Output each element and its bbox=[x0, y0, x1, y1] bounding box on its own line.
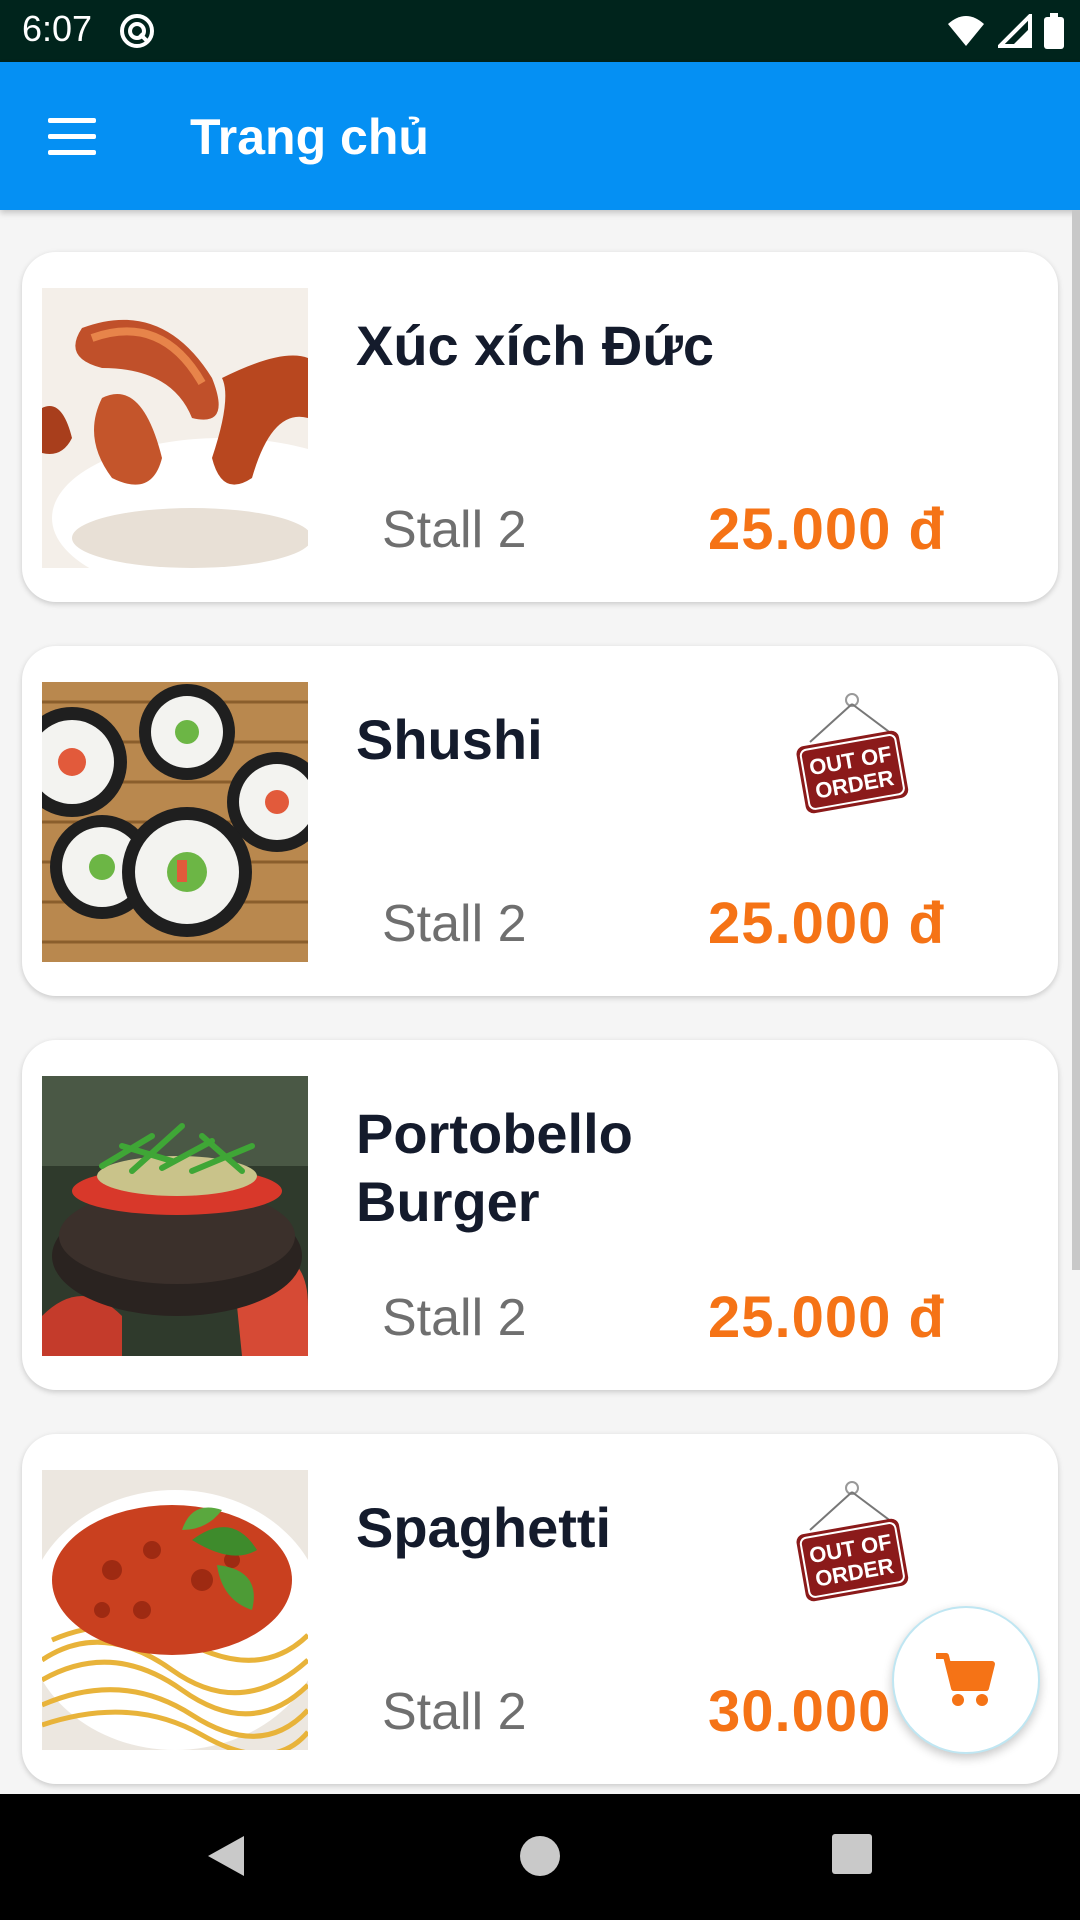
item-price: 25.000 đ bbox=[708, 1285, 945, 1350]
navigation-bar bbox=[0, 1794, 1080, 1920]
item-price: 25.000 đ bbox=[708, 891, 945, 956]
cart-button[interactable] bbox=[892, 1606, 1040, 1754]
nav-back-icon[interactable] bbox=[204, 1832, 248, 1880]
out-of-order-icon: OUT OF ORDER bbox=[796, 693, 909, 814]
item-name: Portobello Burger bbox=[356, 1102, 633, 1233]
item-stall: Stall 2 bbox=[382, 501, 527, 559]
sausage-image bbox=[42, 288, 308, 568]
item-name: Shushi bbox=[356, 708, 543, 771]
item-price: 30.000 bbox=[708, 1679, 892, 1744]
sync-status-icon bbox=[120, 14, 154, 48]
scrollbar[interactable] bbox=[1072, 210, 1080, 1270]
item-name: Xúc xích Đức bbox=[356, 314, 715, 377]
nav-home-icon[interactable] bbox=[516, 1832, 564, 1880]
status-icons bbox=[946, 12, 1064, 50]
item-stall: Stall 2 bbox=[382, 1683, 527, 1741]
nav-recents-icon[interactable] bbox=[830, 1832, 874, 1876]
burger-image bbox=[42, 1076, 308, 1356]
food-card[interactable]: Spaghetti OUT OF ORDER Stall 2 30.000 bbox=[22, 1434, 1058, 1784]
sushi-image bbox=[42, 682, 308, 962]
status-time: 6:07 bbox=[22, 8, 93, 49]
food-card[interactable]: Shushi OUT OF ORDER Stall 2 25.000 đ bbox=[22, 646, 1058, 996]
item-name: Spaghetti bbox=[356, 1496, 612, 1559]
item-price: 25.000 đ bbox=[708, 497, 945, 562]
app-bar: Trang chủ bbox=[0, 62, 1080, 210]
menu-icon[interactable] bbox=[40, 112, 96, 162]
spaghetti-image bbox=[42, 1470, 308, 1750]
cart-icon bbox=[936, 1653, 995, 1706]
page-title: Trang chủ bbox=[190, 109, 429, 165]
status-bar: 6:07 bbox=[0, 0, 1080, 62]
item-stall: Stall 2 bbox=[382, 895, 527, 953]
item-stall: Stall 2 bbox=[382, 1289, 527, 1347]
signal-icon bbox=[998, 14, 1032, 48]
battery-icon bbox=[1044, 13, 1064, 49]
out-of-order-icon: OUT OF ORDER bbox=[796, 1481, 909, 1602]
food-card[interactable]: Portobello Burger Stall 2 25.000 đ bbox=[22, 1040, 1058, 1390]
wifi-icon bbox=[948, 16, 984, 46]
food-card[interactable]: Xúc xích Đức Stall 2 25.000 đ bbox=[22, 252, 1058, 602]
